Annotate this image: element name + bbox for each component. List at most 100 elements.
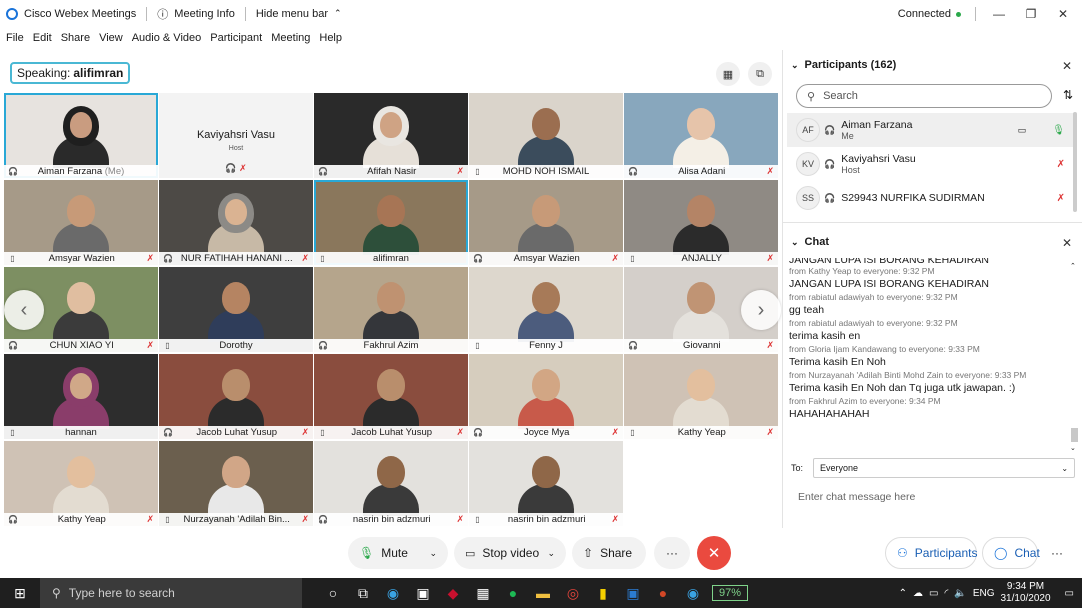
participants-button[interactable]: ⚇ Participants: [885, 537, 977, 569]
word-icon[interactable]: ▣: [618, 578, 648, 608]
video-tile[interactable]: 🎧 Fakhrul Azim: [314, 267, 468, 352]
video-tile[interactable]: 🎧 Afifah Nasir ✗: [314, 93, 468, 178]
mcafee-icon[interactable]: ◆: [438, 578, 468, 608]
chevron-down-icon[interactable]: ⌄: [429, 548, 437, 559]
video-tile[interactable]: ▯ Jacob Luhat Yusup ✗: [314, 354, 468, 439]
search-placeholder: Search: [823, 90, 858, 102]
menu-item[interactable]: Participant: [210, 32, 262, 44]
task-view-icon[interactable]: ⧉: [348, 578, 378, 608]
participants-header[interactable]: ⌄ Participants (162): [791, 59, 896, 71]
close-participants-icon[interactable]: ✕: [1062, 59, 1072, 73]
video-tile[interactable]: 🎧 nasrin bin adzmuri ✗: [314, 441, 468, 526]
chat-input[interactable]: Enter chat message here: [798, 491, 915, 503]
chat-scrollbar[interactable]: ⌃ ⌄: [1070, 262, 1078, 452]
menu-item[interactable]: Help: [319, 32, 342, 44]
taskbar-search-input[interactable]: ⚲ Type here to search: [40, 578, 302, 608]
chevron-up-icon[interactable]: ⌃: [899, 588, 907, 599]
menu-item[interactable]: View: [99, 32, 123, 44]
participants-scrollbar[interactable]: [1073, 112, 1077, 212]
participant-row[interactable]: AF 🎧 Aiman Farzana Me ▭ 🎙: [787, 113, 1075, 147]
participant-video: [53, 193, 109, 255]
battery-icon[interactable]: ▭: [929, 588, 938, 599]
sticky-notes-icon[interactable]: ▮: [588, 578, 618, 608]
video-tile[interactable]: ▯ hannan: [4, 354, 158, 439]
cortana-icon[interactable]: ○: [318, 578, 348, 608]
menu-item[interactable]: Share: [61, 32, 90, 44]
share-button[interactable]: ⇧ Share: [572, 537, 646, 569]
video-tile[interactable]: 🎧 Kathy Yeap ✗: [4, 441, 158, 526]
video-tile[interactable]: ▯ Fenny J: [469, 267, 623, 352]
wifi-icon[interactable]: ◜: [944, 588, 948, 599]
grid-view-icon[interactable]: ▦: [716, 62, 740, 86]
participant-search-input[interactable]: ⚲ Search: [796, 84, 1052, 108]
video-tile[interactable]: ▯ Kathy Yeap ✗: [624, 354, 778, 439]
camera-icon: ▭: [1017, 124, 1027, 135]
scroll-down-icon[interactable]: ⌄: [1070, 444, 1076, 452]
menu-item[interactable]: Audio & Video: [132, 32, 202, 44]
video-tile[interactable]: 🎧 NUR FATIHAH HANANI ... ✗: [159, 180, 313, 265]
leave-meeting-button[interactable]: ✕: [697, 536, 731, 570]
stop-video-button[interactable]: ▭ Stop video ⌄: [454, 537, 566, 569]
cloud-icon[interactable]: ☁: [913, 588, 923, 599]
store-icon[interactable]: ▣: [408, 578, 438, 608]
video-tile[interactable]: 🎧 Joyce Mya ✗: [469, 354, 623, 439]
next-page-arrow-icon[interactable]: ›: [741, 290, 781, 330]
popout-icon[interactable]: ⧉: [748, 62, 772, 86]
video-tile[interactable]: ▯ alifimran: [314, 180, 468, 265]
video-tile[interactable]: ▯ Dorothy: [159, 267, 313, 352]
restore-icon[interactable]: ❐: [1022, 7, 1040, 21]
video-tile[interactable]: ▯ nasrin bin adzmuri ✗: [469, 441, 623, 526]
previous-page-arrow-icon[interactable]: ‹: [4, 290, 44, 330]
menu-item[interactable]: File: [6, 32, 24, 44]
language-indicator[interactable]: ENG: [973, 588, 995, 599]
webex-icon[interactable]: ◉: [678, 578, 708, 608]
scroll-up-icon[interactable]: ⌃: [1070, 262, 1076, 270]
more-options-button[interactable]: ···: [654, 537, 690, 569]
scroll-thumb[interactable]: [1071, 428, 1078, 442]
panel-more-button[interactable]: ···: [1042, 537, 1072, 569]
video-tile[interactable]: ▯ Amsyar Wazien ✗: [4, 180, 158, 265]
video-tile[interactable]: 🎧 Jacob Luhat Yusup ✗: [159, 354, 313, 439]
spotify-icon[interactable]: ●: [498, 578, 528, 608]
video-tile[interactable]: 🎧 Aiman Farzana (Me): [4, 93, 158, 178]
hide-menu-bar-button[interactable]: Hide menu bar: [256, 8, 328, 20]
video-tile[interactable]: ▯ MOHD NOH ISMAIL: [469, 93, 623, 178]
mute-button[interactable]: 🎙 Mute ⌄: [348, 537, 448, 569]
host-tile[interactable]: Kaviyahsri Vasu Host 🎧 ✗: [159, 93, 313, 178]
windows-start-icon[interactable]: ⊞: [0, 578, 40, 608]
close-icon[interactable]: ✕: [1054, 7, 1072, 21]
recipient-select[interactable]: Everyone ⌄: [813, 458, 1076, 478]
battery-indicator[interactable]: 97%: [712, 585, 749, 601]
chevron-up-icon[interactable]: ⌃: [334, 8, 342, 19]
notification-icon[interactable]: ▭: [1065, 588, 1074, 599]
chrome-icon[interactable]: ◎: [558, 578, 588, 608]
file-explorer-icon[interactable]: ▬: [528, 578, 558, 608]
minimize-icon[interactable]: —: [990, 7, 1008, 21]
menu-item[interactable]: Meeting: [271, 32, 310, 44]
video-tile[interactable]: 🎧 Alisa Adani ✗: [624, 93, 778, 178]
participant-row[interactable]: KV 🎧 Kaviyahsri Vasu Host ✗: [787, 147, 1075, 181]
chat-header[interactable]: ⌄ Chat: [791, 236, 829, 248]
menu-item[interactable]: Edit: [33, 32, 52, 44]
video-tile[interactable]: ▯ Nurzayanah 'Adilah Bin... ✗: [159, 441, 313, 526]
chevron-down-icon[interactable]: ⌄: [791, 237, 799, 248]
meeting-info-button[interactable]: Meeting Info: [174, 8, 235, 20]
chevron-down-icon[interactable]: ⌄: [791, 60, 799, 71]
powerpoint-icon[interactable]: ●: [648, 578, 678, 608]
volume-icon[interactable]: 🔈: [954, 588, 966, 599]
chat-message-meta: from Kathy Yeap to everyone: 9:32 PM: [789, 266, 935, 276]
camera-icon: ▭: [465, 547, 476, 560]
chevron-down-icon[interactable]: ⌄: [547, 548, 555, 559]
participant-row[interactable]: SS 🎧 S29943 NURFIKA SUDIRMAN ✗: [787, 181, 1075, 215]
close-chat-icon[interactable]: ✕: [1062, 236, 1072, 250]
participant-video: [53, 454, 109, 516]
media-icon[interactable]: ▦: [468, 578, 498, 608]
edge-icon[interactable]: ◉: [378, 578, 408, 608]
chat-button[interactable]: ◯ Chat: [982, 537, 1040, 569]
chat-message-text: Terima kasih En Noh: [789, 356, 886, 368]
recipient-value: Everyone: [820, 463, 859, 473]
video-tile[interactable]: ▯ ANJALLY ✗: [624, 180, 778, 265]
clock[interactable]: 9:34 PM 31/10/2020: [1000, 581, 1050, 605]
video-tile[interactable]: 🎧 Amsyar Wazien ✗: [469, 180, 623, 265]
sort-icon[interactable]: ⇅: [1063, 88, 1073, 102]
